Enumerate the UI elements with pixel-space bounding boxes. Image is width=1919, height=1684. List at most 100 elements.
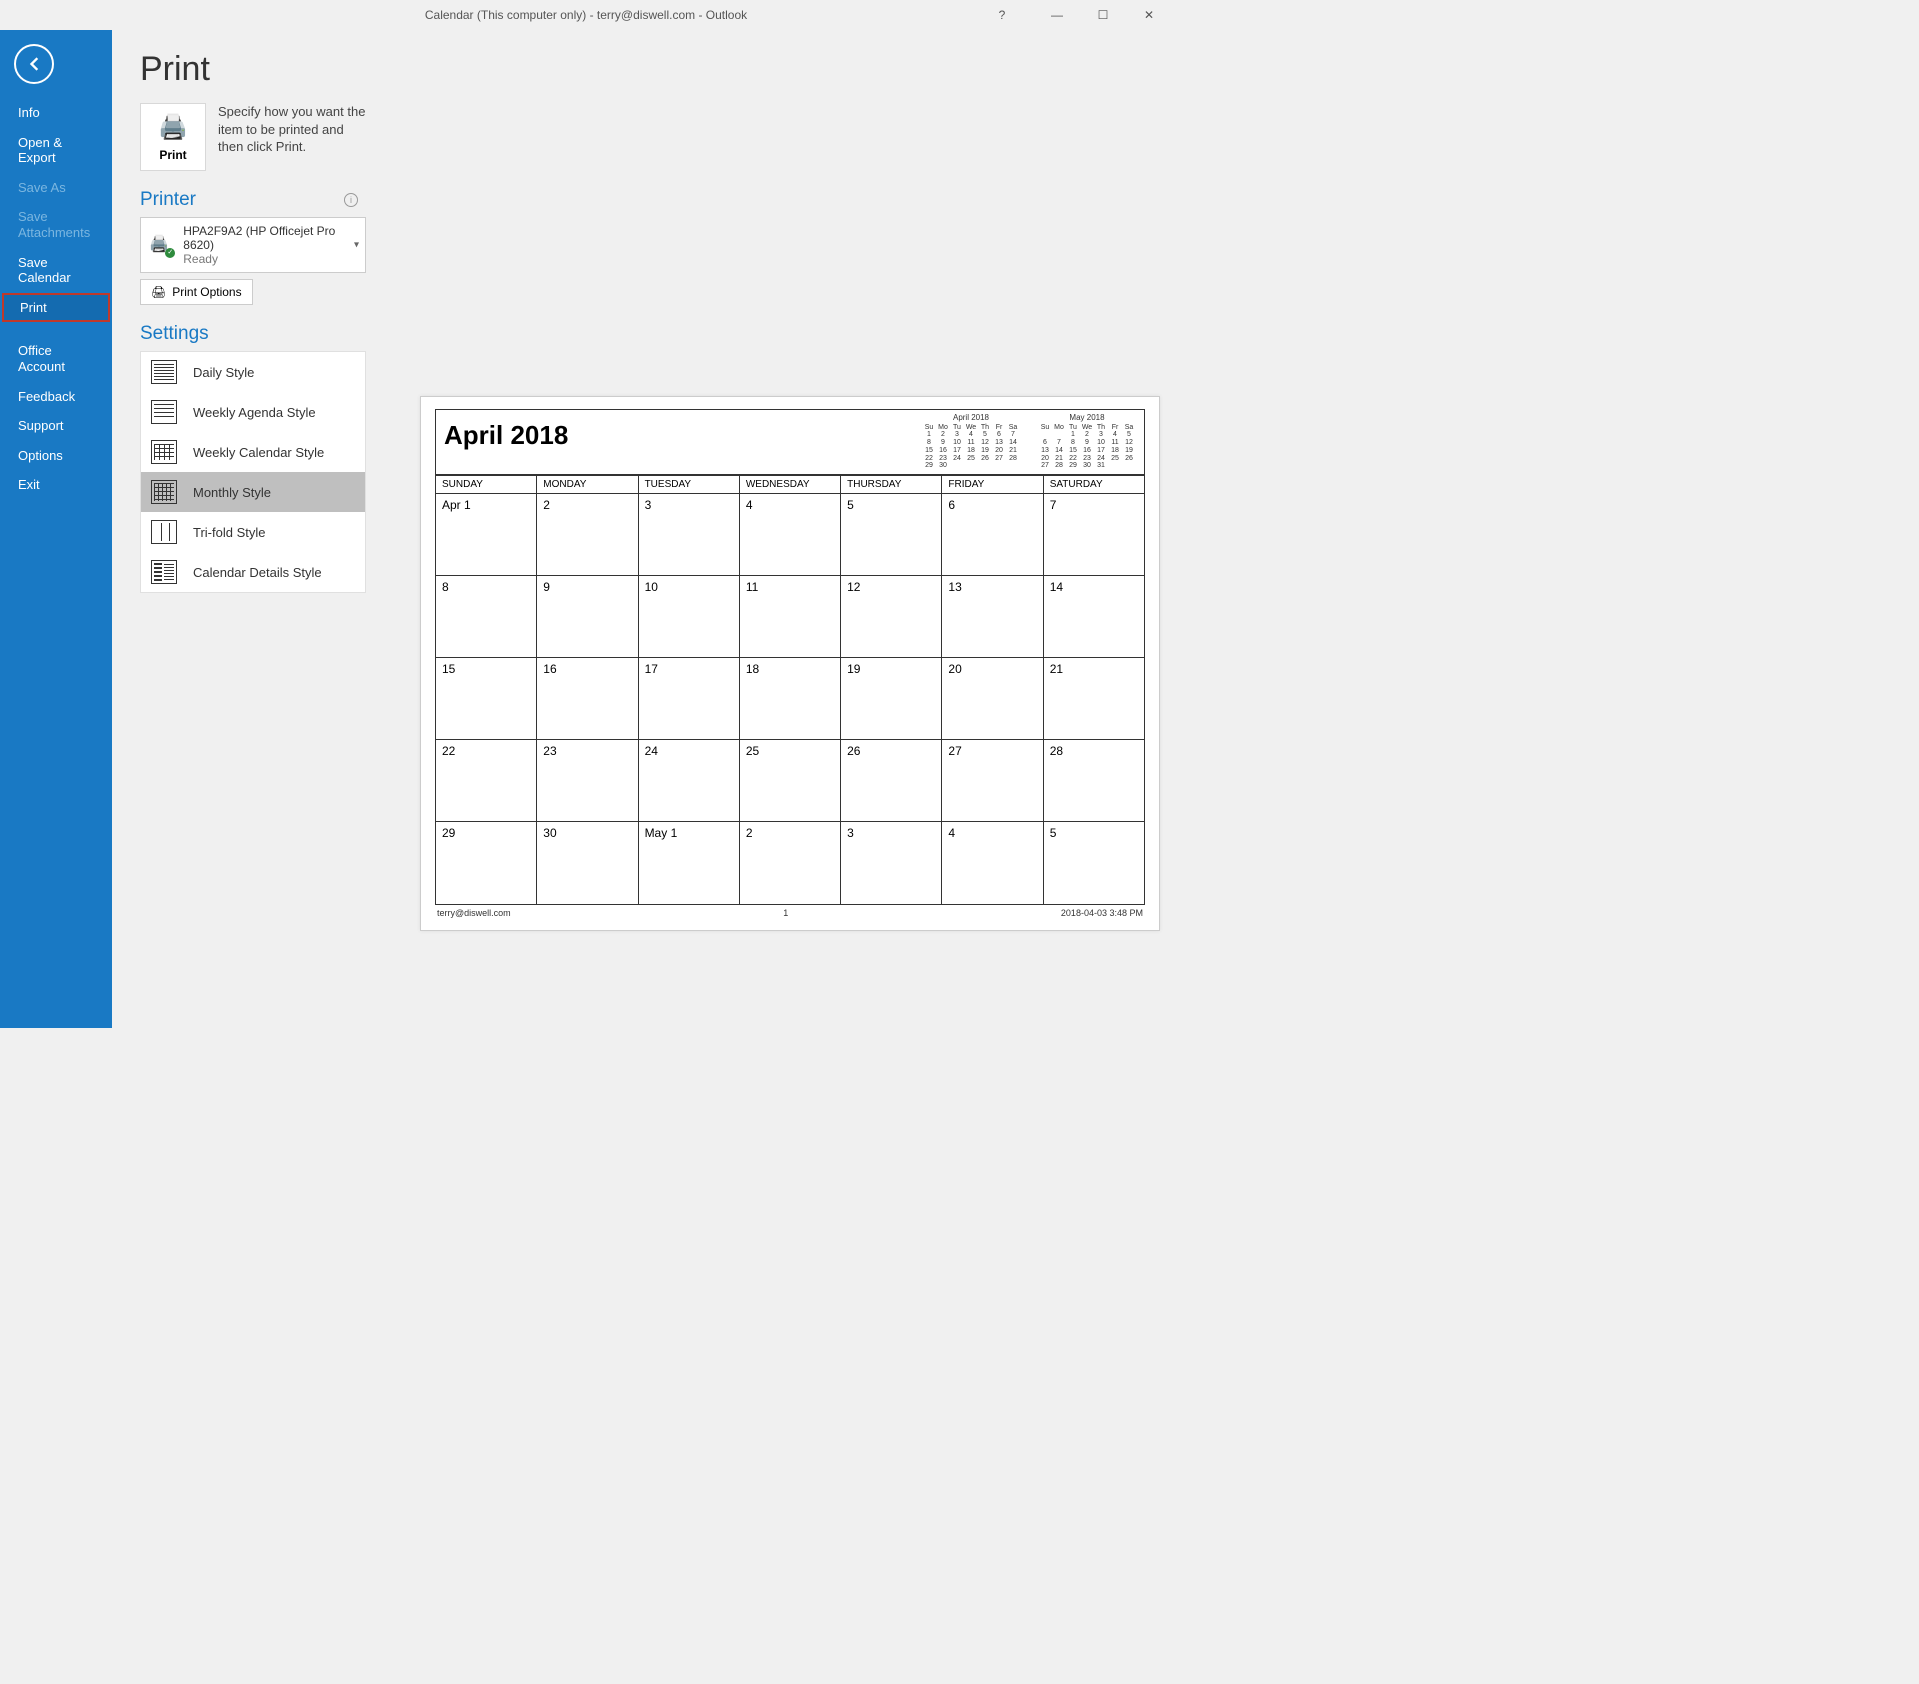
window-title: Calendar (This computer only) - terry@di… bbox=[425, 8, 747, 22]
footer-left: terry@diswell.com bbox=[437, 908, 511, 918]
calendar-day: 20 bbox=[942, 658, 1043, 739]
calendar-week: 2930May 12345 bbox=[436, 822, 1144, 904]
calendar-day: 27 bbox=[942, 740, 1043, 821]
sidebar-item-save-calendar[interactable]: Save Calendar bbox=[0, 248, 112, 293]
help-button[interactable]: ? bbox=[982, 0, 1022, 30]
calendar-day: May 1 bbox=[639, 822, 740, 904]
minimize-button[interactable]: — bbox=[1034, 0, 1080, 30]
style-option-weekcal[interactable]: Weekly Calendar Style bbox=[141, 432, 365, 472]
printer-name: HPA2F9A2 (HP Officejet Pro 8620) bbox=[183, 224, 357, 252]
calendar-day: 13 bbox=[942, 576, 1043, 657]
calendar-day: 11 bbox=[740, 576, 841, 657]
mini-calendar: May 2018SuMoTuWeThFrSa123456789101112131… bbox=[1038, 414, 1136, 470]
dow-header: FRIDAY bbox=[942, 476, 1043, 493]
weekcal-icon bbox=[151, 440, 177, 464]
calendar-day: 14 bbox=[1044, 576, 1144, 657]
calendar-day: 5 bbox=[841, 494, 942, 575]
print-description: Specify how you want the item to be prin… bbox=[218, 103, 382, 171]
calendar-day: 4 bbox=[740, 494, 841, 575]
calendar-day: 29 bbox=[436, 822, 537, 904]
settings-heading: Settings bbox=[140, 323, 209, 345]
style-option-trifold[interactable]: Tri-fold Style bbox=[141, 512, 365, 552]
sidebar-item-print[interactable]: Print bbox=[2, 293, 110, 323]
style-option-agenda[interactable]: Weekly Agenda Style bbox=[141, 392, 365, 432]
style-option-label: Calendar Details Style bbox=[193, 565, 322, 580]
arrow-left-icon bbox=[24, 54, 44, 74]
printer-heading: Printer bbox=[140, 189, 196, 211]
printer-small-icon: 🖨 bbox=[151, 285, 166, 299]
style-option-details[interactable]: Calendar Details Style bbox=[141, 552, 365, 592]
title-bar: Calendar (This computer only) - terry@di… bbox=[0, 0, 1172, 30]
sidebar-item-save-attachments: Save Attachments bbox=[0, 202, 112, 247]
mini-cal-title: April 2018 bbox=[922, 414, 1020, 423]
daily-icon bbox=[151, 360, 177, 384]
sidebar-item-support[interactable]: Support bbox=[0, 411, 112, 441]
calendar-day: 15 bbox=[436, 658, 537, 739]
calendar-day: 30 bbox=[537, 822, 638, 904]
calendar-day: 12 bbox=[841, 576, 942, 657]
calendar-day: 2 bbox=[537, 494, 638, 575]
calendar-day: 26 bbox=[841, 740, 942, 821]
style-option-label: Monthly Style bbox=[193, 485, 271, 500]
agenda-icon bbox=[151, 400, 177, 424]
print-button[interactable]: 🖨️ Print bbox=[140, 103, 206, 171]
sidebar-item-info[interactable]: Info bbox=[0, 98, 112, 128]
calendar-day: 7 bbox=[1044, 494, 1144, 575]
sidebar-item-feedback[interactable]: Feedback bbox=[0, 382, 112, 412]
dow-header: MONDAY bbox=[537, 476, 638, 493]
calendar-day: Apr 1 bbox=[436, 494, 537, 575]
calendar-week: 891011121314 bbox=[436, 576, 1144, 658]
style-option-label: Weekly Calendar Style bbox=[193, 445, 324, 460]
monthly-icon bbox=[151, 480, 177, 504]
sidebar-item-open-export[interactable]: Open & Export bbox=[0, 128, 112, 173]
sidebar-item-exit[interactable]: Exit bbox=[0, 470, 112, 500]
style-option-monthly[interactable]: Monthly Style bbox=[141, 472, 365, 512]
mini-cal-title: May 2018 bbox=[1038, 414, 1136, 423]
style-option-label: Weekly Agenda Style bbox=[193, 405, 316, 420]
calendar-day: 9 bbox=[537, 576, 638, 657]
printer-status-icon: 🖨️✓ bbox=[149, 234, 173, 256]
sidebar-item-options[interactable]: Options bbox=[0, 441, 112, 471]
print-preview: April 2018 April 2018SuMoTuWeThFrSa12345… bbox=[420, 396, 1160, 931]
calendar-week: 15161718192021 bbox=[436, 658, 1144, 740]
calendar-week: Apr 1234567 bbox=[436, 494, 1144, 576]
calendar-day: 17 bbox=[639, 658, 740, 739]
settings-list: Daily Style Weekly Agenda Style Weekly Cal… bbox=[140, 351, 366, 593]
calendar-day: 3 bbox=[639, 494, 740, 575]
calendar-day: 2 bbox=[740, 822, 841, 904]
calendar-day: 25 bbox=[740, 740, 841, 821]
print-options-button[interactable]: 🖨 Print Options bbox=[140, 279, 253, 305]
maximize-button[interactable]: ☐ bbox=[1080, 0, 1126, 30]
style-option-daily[interactable]: Daily Style bbox=[141, 352, 365, 392]
printer-icon: 🖨️ bbox=[158, 113, 188, 142]
printer-dropdown[interactable]: 🖨️✓ HPA2F9A2 (HP Officejet Pro 8620) Rea… bbox=[140, 217, 366, 273]
calendar-day: 24 bbox=[639, 740, 740, 821]
calendar-day: 5 bbox=[1044, 822, 1144, 904]
sidebar-item-save-as: Save As bbox=[0, 173, 112, 203]
style-option-label: Daily Style bbox=[193, 365, 254, 380]
style-option-label: Tri-fold Style bbox=[193, 525, 265, 540]
footer-right: 2018-04-03 3:48 PM bbox=[1061, 908, 1143, 918]
calendar-day: 4 bbox=[942, 822, 1043, 904]
calendar-week: 22232425262728 bbox=[436, 740, 1144, 822]
calendar-day: 10 bbox=[639, 576, 740, 657]
calendar-title: April 2018 bbox=[436, 410, 922, 474]
print-options-label: Print Options bbox=[172, 285, 241, 299]
page-title: Print bbox=[140, 50, 382, 89]
calendar-day: 3 bbox=[841, 822, 942, 904]
calendar-day: 18 bbox=[740, 658, 841, 739]
calendar-day: 28 bbox=[1044, 740, 1144, 821]
trifold-icon bbox=[151, 520, 177, 544]
dow-header: THURSDAY bbox=[841, 476, 942, 493]
print-button-label: Print bbox=[159, 148, 186, 162]
back-button[interactable] bbox=[14, 44, 54, 84]
calendar-day: 21 bbox=[1044, 658, 1144, 739]
close-button[interactable]: ✕ bbox=[1126, 0, 1172, 30]
calendar-day: 16 bbox=[537, 658, 638, 739]
dow-header: TUESDAY bbox=[639, 476, 740, 493]
info-icon[interactable]: i bbox=[344, 193, 358, 207]
dow-header: SATURDAY bbox=[1044, 476, 1144, 493]
mini-calendar: April 2018SuMoTuWeThFrSa1234567891011121… bbox=[922, 414, 1020, 470]
footer-center: 1 bbox=[783, 908, 788, 918]
sidebar-item-office-account[interactable]: OfficeAccount bbox=[0, 336, 112, 381]
